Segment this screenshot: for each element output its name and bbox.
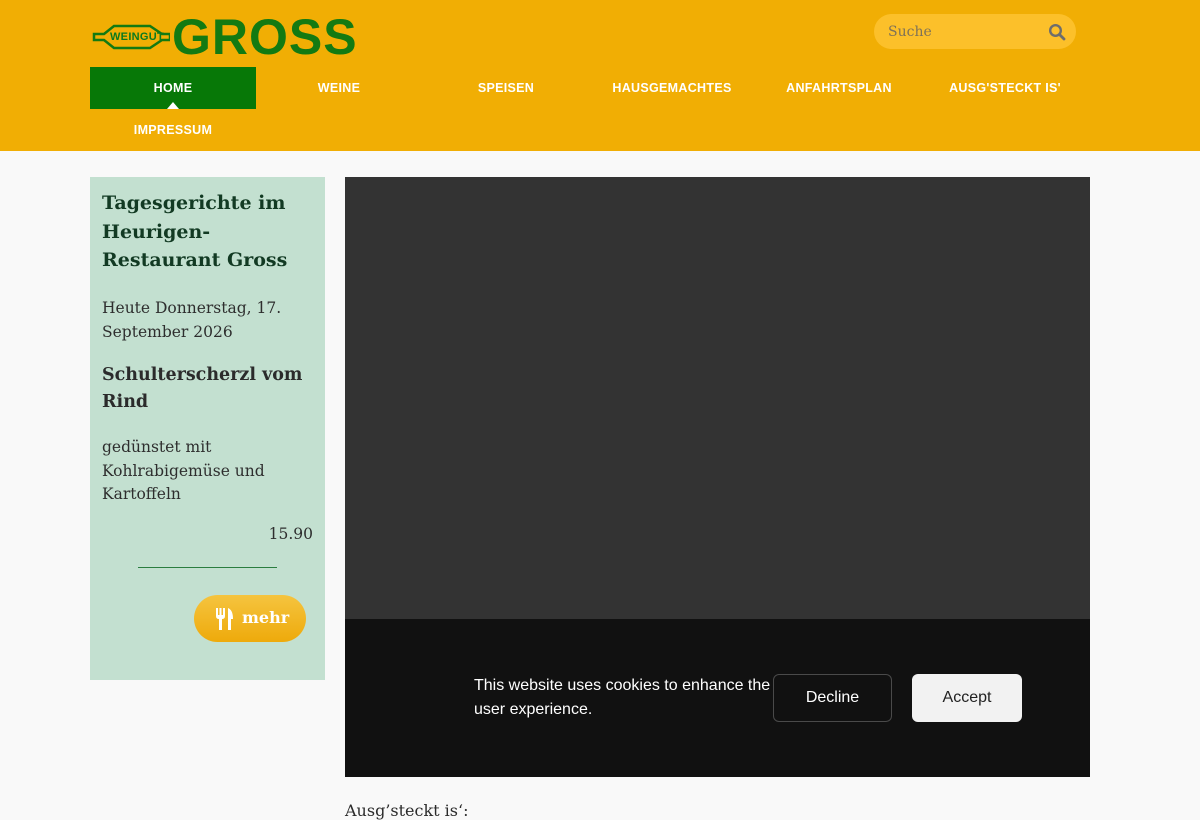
dish-name: Schulterscherzl vom Rind <box>102 365 303 412</box>
mehr-button[interactable]: mehr <box>194 595 306 642</box>
nav-item-label: AUSG'STECKT IS' <box>949 81 1061 95</box>
nav-item-home[interactable]: HOME <box>90 67 256 109</box>
site-header: WEINGUT GROSS HOME WEINE SPEISEN HAUSGEM… <box>0 0 1200 151</box>
dish-price: 15.90 <box>268 525 313 543</box>
accept-button[interactable]: Accept <box>912 674 1022 722</box>
hero-media-placeholder <box>345 177 1090 619</box>
active-caret-icon <box>167 102 179 109</box>
search-icon[interactable] <box>1048 23 1066 41</box>
today-date: Heute Donnerstag, 17. September 2026 <box>102 299 282 341</box>
dish-description: gedünstet mit Kohlrabigemüse und Kartoff… <box>102 438 265 503</box>
logo-wordmark: GROSS <box>172 9 358 65</box>
cookie-message: This website uses cookies to enhance the… <box>474 677 771 718</box>
nav-item-impressum[interactable]: IMPRESSUM <box>90 109 256 151</box>
mehr-label: mehr <box>242 608 290 627</box>
search-input[interactable] <box>888 14 1038 49</box>
daily-dish-sidebar: Tagesgerichte im Heurigen-Restaurant Gro… <box>90 177 325 680</box>
sidebar-title: Tagesgerichte im Heurigen-Restaurant Gro… <box>102 192 288 271</box>
nav-item-label: SPEISEN <box>477 81 535 95</box>
section-heading: Ausg’steckt is‘: <box>345 801 469 820</box>
nav-item-anfahrtsplan[interactable]: ANFAHRTSPLAN <box>756 67 922 109</box>
nav-item-label: ANFAHRTSPLAN <box>786 81 892 95</box>
search-box <box>874 14 1076 49</box>
nav-item-label: HAUSGEMACHTES <box>612 81 732 95</box>
cutlery-icon <box>216 608 233 630</box>
nav-item-ausgsteckt[interactable]: AUSG'STECKT IS' <box>922 67 1088 109</box>
nav-item-label: WEINE <box>317 81 361 95</box>
nav-item-label: HOME <box>153 81 193 95</box>
nav-item-label: IMPRESSUM <box>133 123 213 137</box>
logo-badge-text: WEINGUT <box>110 31 165 43</box>
weingut-gross-logo[interactable]: WEINGUT GROSS <box>92 9 357 65</box>
nav-item-weine[interactable]: WEINE <box>256 67 422 109</box>
decline-button[interactable]: Decline <box>773 674 892 722</box>
nav-item-speisen[interactable]: SPEISEN <box>423 67 589 109</box>
divider <box>138 567 277 568</box>
nav-item-hausgemachtes[interactable]: HAUSGEMACHTES <box>589 67 755 109</box>
cookie-banner: This website uses cookies to enhance the… <box>345 619 1090 777</box>
